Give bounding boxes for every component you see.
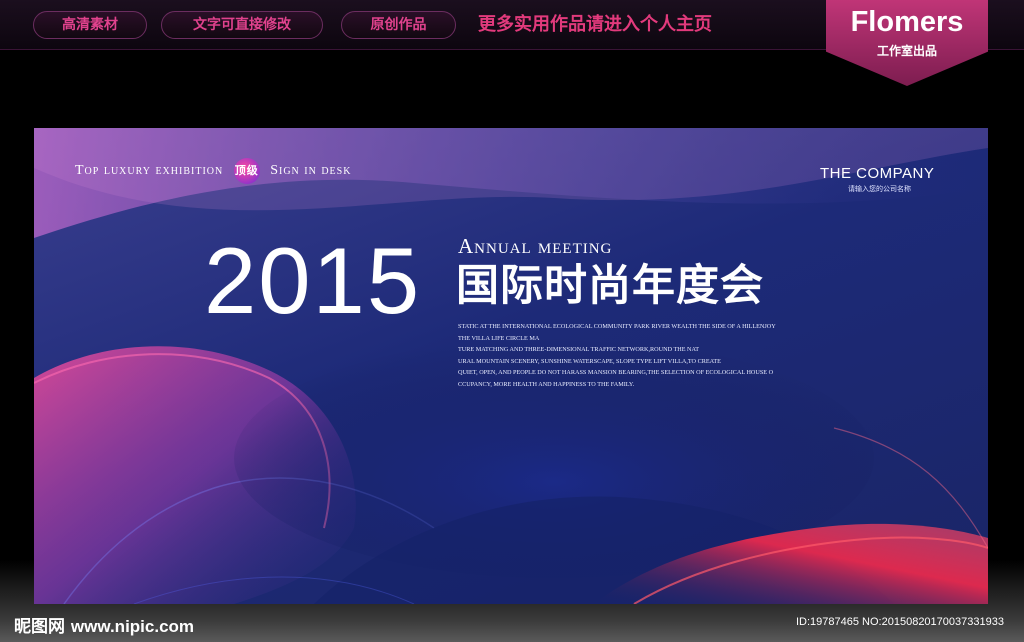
pill-editable-text[interactable]: 文字可直接修改: [161, 11, 323, 39]
brand-badge[interactable]: Flomers 工作室出品: [826, 0, 988, 86]
brand-name: Flomers: [850, 6, 964, 38]
company-subtitle: 请输入您的公司名称: [848, 185, 911, 193]
top-level-badge: 顶级: [233, 158, 260, 184]
event-title: 国际时尚年度会: [456, 261, 764, 311]
description-line: QUIET, OPEN, AND PEOPLE DO NOT HARASS MA…: [458, 369, 774, 376]
banner-artwork: Top luxury exhibition 顶级 Sign in desk TH…: [34, 128, 988, 604]
tagline: Top luxury exhibition 顶级 Sign in desk: [75, 158, 351, 184]
pill-original-work[interactable]: 原创作品: [341, 11, 456, 39]
year-heading: 2015: [204, 228, 422, 333]
site-name-cn: 昵图网: [14, 617, 65, 637]
tagline-right: Sign in desk: [270, 163, 352, 179]
promo-link[interactable]: 更多实用作品请进入个人主页: [478, 14, 712, 36]
site-watermark: 昵图网 www.nipic.com: [14, 612, 194, 637]
description-line: TURE MATCHING AND THREE-DIMENSIONAL TRAF…: [458, 346, 700, 353]
description-line: THE VILLA LIFE CIRCLE MA: [458, 334, 540, 342]
description-line: CCUPANCY, MORE HEALTH AND HAPPINESS TO T…: [458, 380, 635, 388]
description-line: STATIC AT THE INTERNATIONAL ECOLOGICAL C…: [458, 323, 776, 330]
brand-subtitle: 工作室出品: [876, 44, 937, 58]
company-name: THE COMPANY: [820, 165, 935, 182]
pill-hd-material[interactable]: 高清素材: [33, 11, 147, 39]
description-block: STATIC AT THE INTERNATIONAL ECOLOGICAL C…: [458, 321, 828, 390]
site-url: www.nipic.com: [70, 617, 195, 636]
tagline-left: Top luxury exhibition: [75, 163, 224, 179]
id-watermark: ID:19787465 NO:20150820170037331933: [796, 616, 1004, 628]
annual-meeting-heading: Annual meeting: [458, 234, 613, 258]
description-line: URAL MOUNTAIN SCENERY, SUNSHINE WATERSCA…: [458, 357, 721, 365]
